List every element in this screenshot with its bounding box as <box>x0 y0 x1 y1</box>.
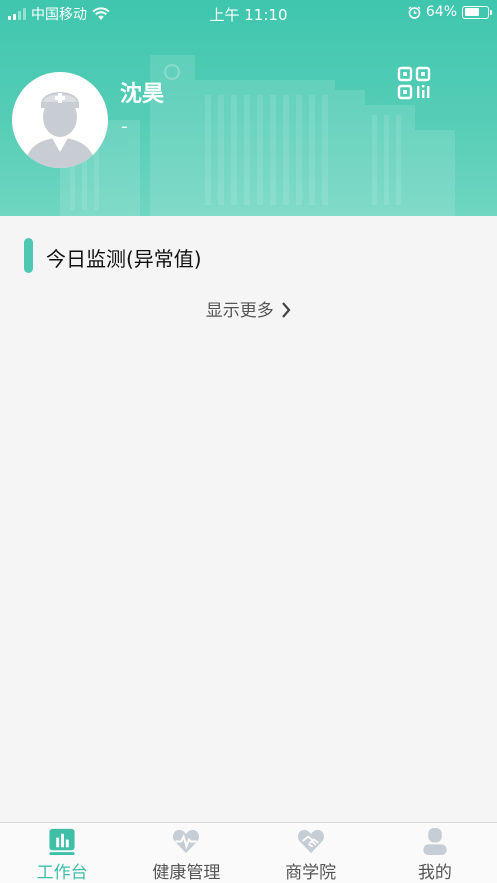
show-more-label: 显示更多 <box>205 301 274 321</box>
battery-icon <box>462 5 492 19</box>
qr-code-icon <box>397 66 431 100</box>
tab-label: 工作台 <box>36 863 88 883</box>
tab-workbench[interactable]: 工作台 <box>0 823 124 883</box>
qr-code-button[interactable] <box>397 66 431 100</box>
show-more-link[interactable]: 显示更多 <box>0 296 497 321</box>
user-subtitle: - <box>121 116 128 137</box>
heart-pulse-icon <box>173 829 200 854</box>
battery-percent: 64% <box>425 4 457 20</box>
tab-label: 健康管理 <box>152 863 221 883</box>
handshake-icon <box>297 829 324 854</box>
tab-business-school[interactable]: 商学院 <box>249 823 373 883</box>
tab-health-management[interactable]: 健康管理 <box>124 823 248 883</box>
alarm-icon <box>408 5 421 19</box>
status-bar: 中国移动 上午 11:10 64% <box>0 0 497 26</box>
tab-label: 商学院 <box>285 863 337 883</box>
avatar[interactable] <box>12 72 108 168</box>
section-title: 今日监测(异常值) <box>46 247 202 271</box>
section-accent-bar <box>24 238 33 273</box>
tab-mine[interactable]: 我的 <box>373 823 497 883</box>
profile-header: 中国移动 上午 11:10 64% 沈昊 - <box>0 0 497 216</box>
section-header: 今日监测(异常值) <box>0 236 497 276</box>
dashboard-icon <box>49 828 75 856</box>
tab-bar: 工作台 健康管理 商学院 我的 <box>0 822 497 883</box>
user-name: 沈昊 <box>120 82 165 107</box>
tab-label: 我的 <box>417 863 452 883</box>
doctor-avatar-icon <box>24 92 96 168</box>
chevron-right-icon <box>282 302 291 318</box>
person-icon <box>423 827 447 856</box>
